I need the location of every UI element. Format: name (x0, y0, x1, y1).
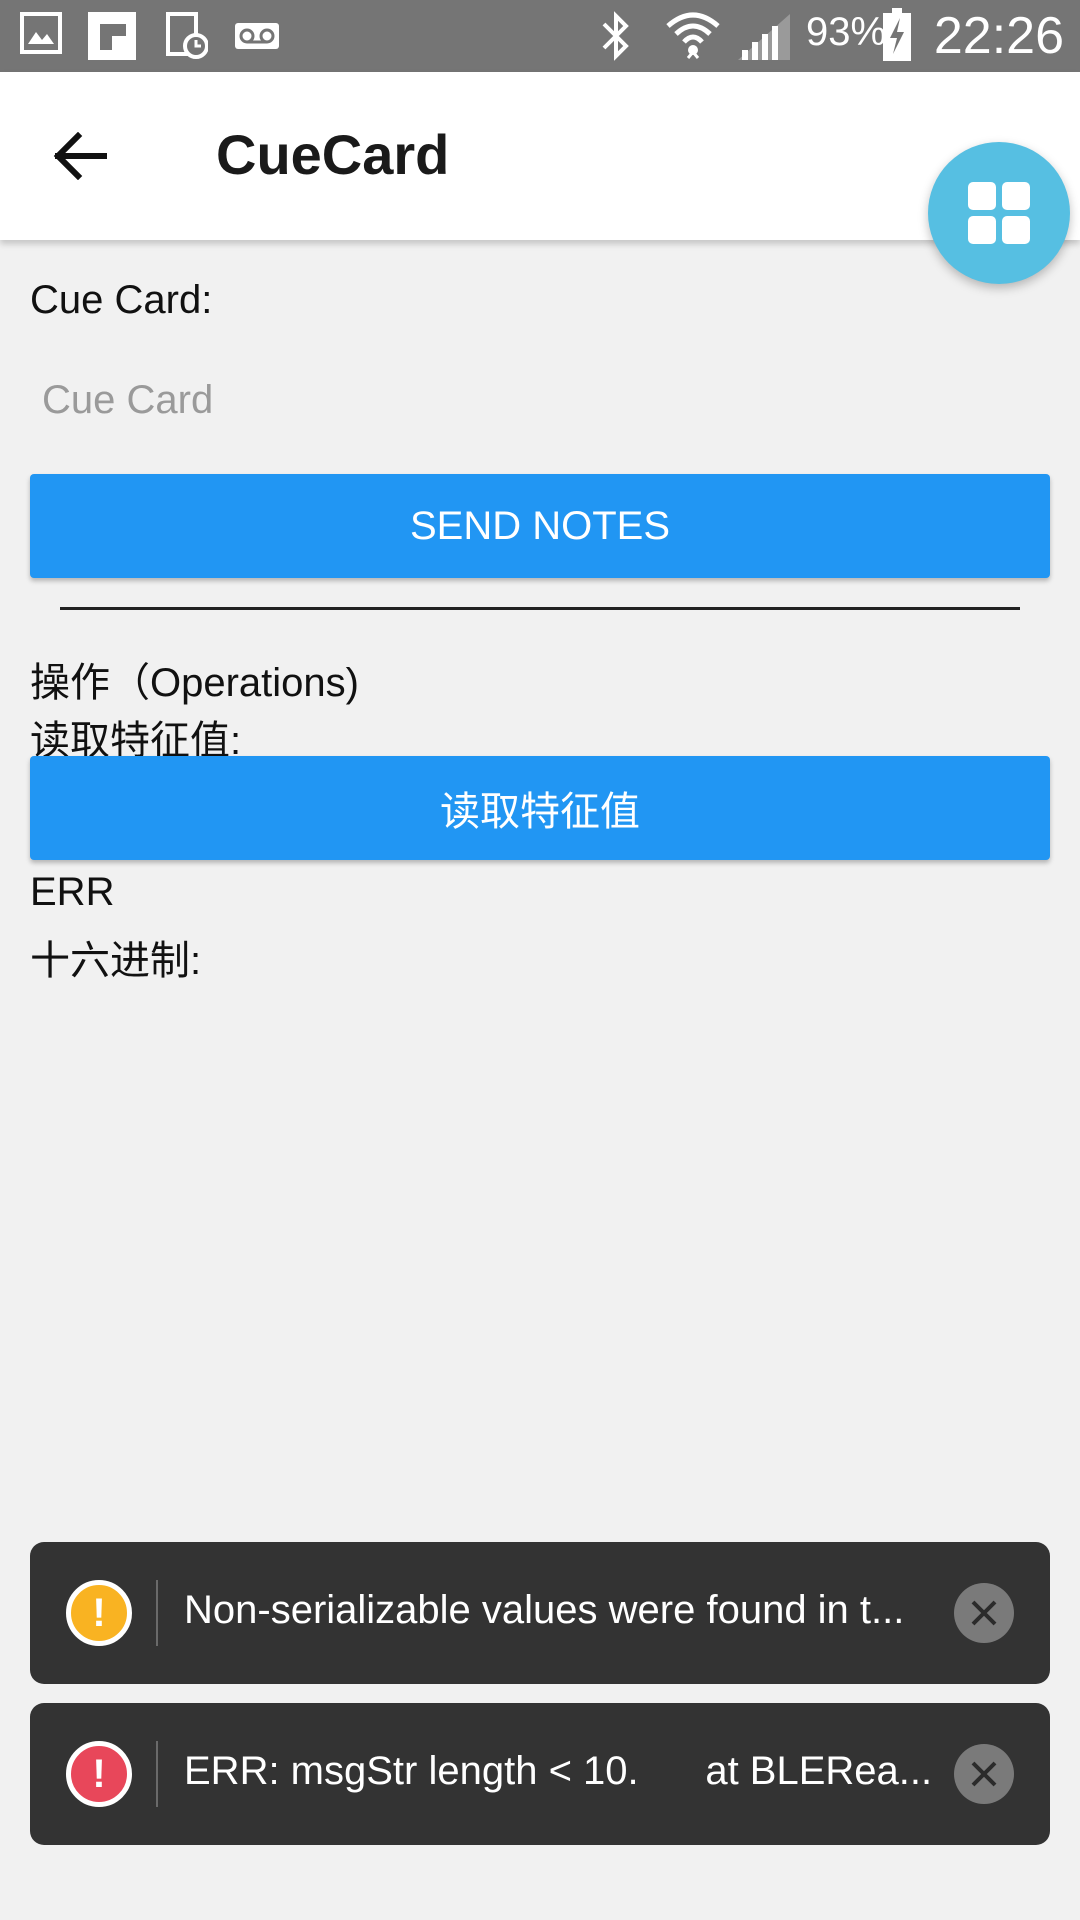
error-toast-close-button[interactable] (954, 1744, 1014, 1804)
close-icon (971, 1761, 997, 1787)
error-toast[interactable]: ! ERR: msgStr length < 10. at BLERea... (30, 1703, 1050, 1845)
warning-toast-close-button[interactable] (954, 1583, 1014, 1643)
bluetooth-icon (596, 10, 636, 67)
warning-toast[interactable]: ! Non-serializable values were found in … (30, 1542, 1050, 1684)
page-title: CueCard (216, 123, 450, 186)
toast-separator (156, 1741, 158, 1807)
hex-label: 十六进制: (30, 939, 202, 983)
warning-toast-message: Non-serializable values were found in t.… (184, 1588, 905, 1632)
toast-separator (156, 1580, 158, 1646)
status-bar: 93% 22:26 (0, 0, 1080, 72)
image-icon (20, 12, 62, 59)
cue-card-label: Cue Card: (30, 278, 213, 322)
clock-screen-icon (166, 12, 209, 65)
back-button[interactable] (40, 116, 120, 196)
send-notes-button[interactable]: SEND NOTES (30, 474, 1050, 578)
battery-percent: 93% (806, 10, 887, 54)
read-characteristic-button[interactable]: 读取特征值 (30, 756, 1050, 860)
battery-charging-icon (882, 8, 912, 67)
error-toast-message: ERR: msgStr length < 10. at BLERea... (184, 1749, 933, 1793)
exclamation-icon: ! (66, 1741, 132, 1807)
read-result-text: ERR (30, 870, 115, 914)
app-bar: CueCard (0, 72, 1080, 240)
cue-card-input[interactable] (30, 360, 1050, 440)
exclamation-icon: ! (66, 1580, 132, 1646)
voicemail-icon (234, 22, 280, 55)
section-divider (60, 607, 1020, 610)
grid-menu-button[interactable] (928, 142, 1070, 284)
operations-heading: 操作（Operations) (30, 661, 359, 705)
arrow-left-icon (53, 132, 107, 180)
flipboard-icon (88, 12, 136, 65)
wifi-icon (664, 8, 722, 67)
signal-icon (738, 14, 790, 65)
close-icon (971, 1600, 997, 1626)
clock-time: 22:26 (933, 7, 1064, 65)
grid-icon (968, 182, 1030, 244)
